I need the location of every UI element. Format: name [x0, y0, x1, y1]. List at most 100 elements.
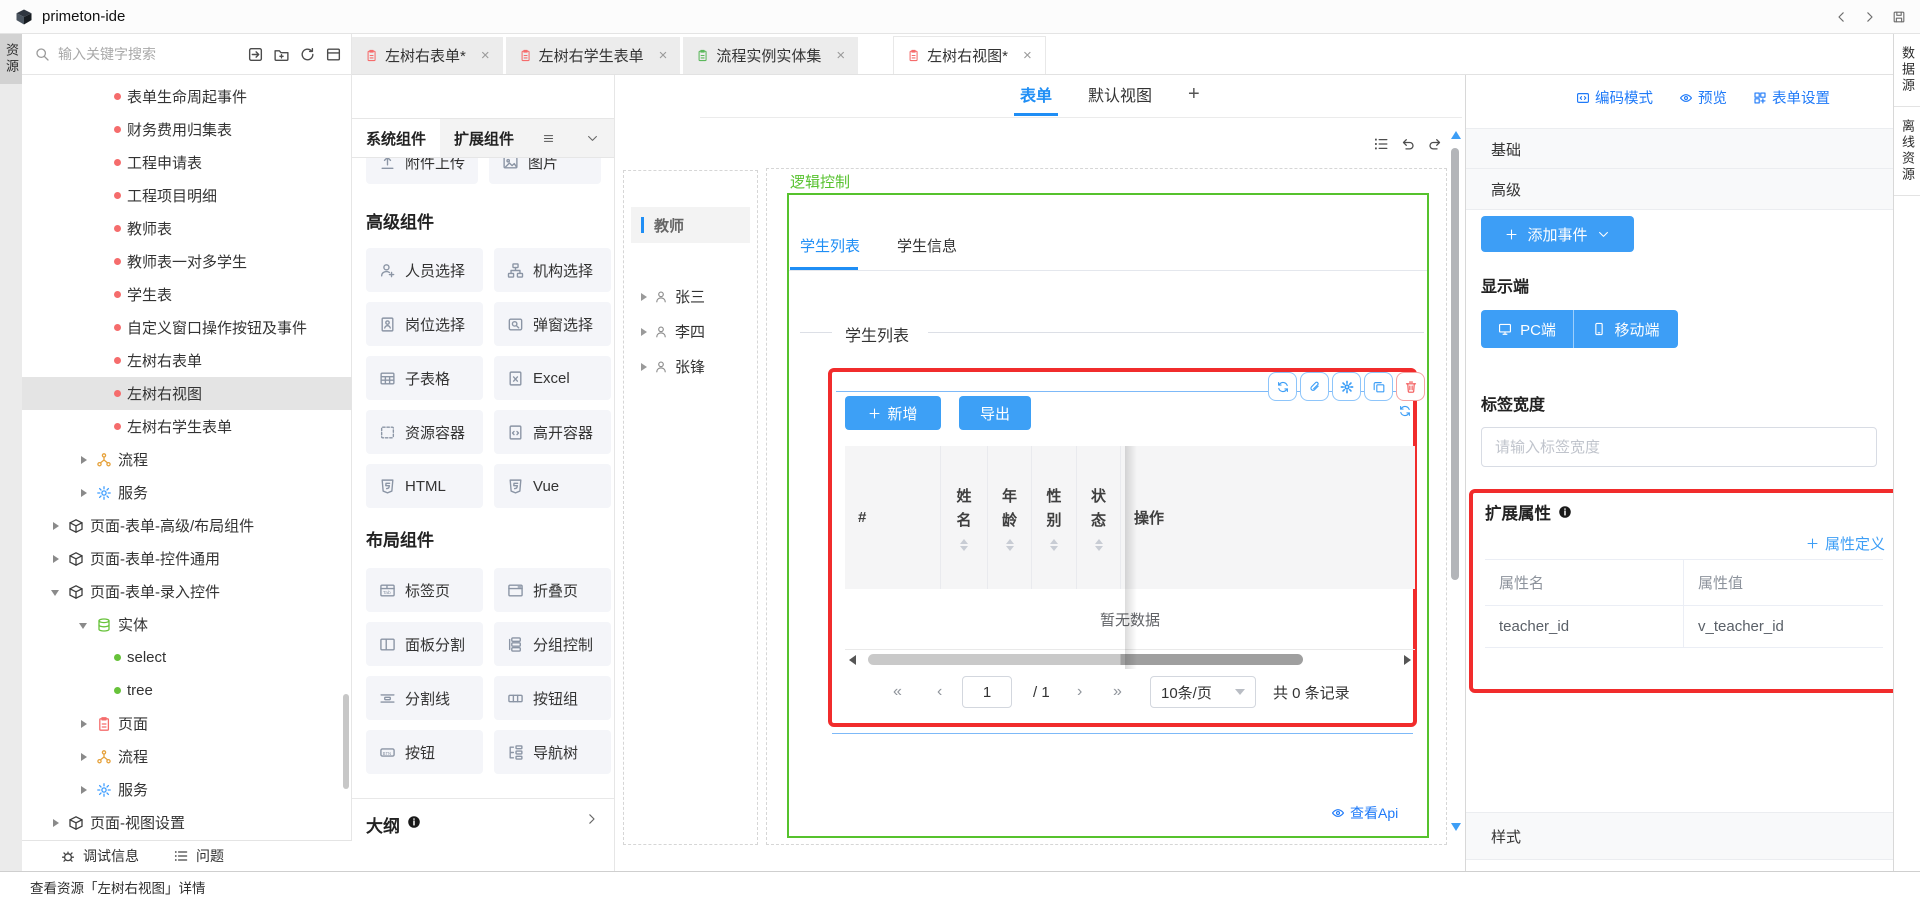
tab-form[interactable]: 表单 [1020, 82, 1052, 112]
document-tab[interactable]: 左树右学生表单 × [506, 37, 681, 74]
export-button[interactable]: 导出 [959, 396, 1031, 430]
expander-icon[interactable] [78, 619, 90, 631]
tree-item[interactable]: 页面-表单-控件通用 [22, 542, 352, 575]
settings-button[interactable] [1332, 372, 1361, 401]
tree-item[interactable]: 自定义窗口操作按钮及事件 [22, 311, 352, 344]
bind-button[interactable] [1300, 372, 1329, 401]
tree-item[interactable]: 页面 [22, 707, 352, 740]
save-layout-icon[interactable] [1892, 10, 1906, 24]
palette-item[interactable]: 高开容器 [494, 410, 611, 454]
column-header[interactable]: # [845, 446, 941, 589]
teacher-node[interactable]: 李四 [624, 314, 759, 349]
tab-default-view[interactable]: 默认视图 [1088, 82, 1152, 112]
undo-icon[interactable] [1400, 136, 1416, 152]
debug-info-button[interactable]: 调试信息 [60, 846, 139, 866]
close-icon[interactable]: × [1023, 47, 1032, 64]
document-tab[interactable]: 流程实例实体集 × [683, 37, 858, 74]
tree-item[interactable]: 流程 [22, 740, 352, 773]
sort-icon[interactable] [1050, 539, 1058, 551]
tab-system-components[interactable]: 系统组件 [352, 119, 440, 157]
outline-section-header[interactable]: 大纲 [352, 798, 615, 871]
tree-item[interactable]: 工程项目明细 [22, 179, 352, 212]
palette-item[interactable]: 分组控制 [494, 622, 611, 666]
expander-icon[interactable] [50, 586, 62, 598]
define-attribute-link[interactable]: 属性定义 [1806, 533, 1885, 554]
sync-button[interactable] [1268, 372, 1297, 401]
teacher-node[interactable]: 张锋 [624, 349, 759, 384]
palette-item[interactable]: 人员选择 [366, 248, 483, 292]
palette-item[interactable]: 资源容器 [366, 410, 483, 454]
search-input[interactable]: 输入关键字搜索 [58, 44, 239, 64]
column-header[interactable]: 年龄 [988, 446, 1032, 589]
add-row-button[interactable]: 新增 [845, 396, 941, 430]
canvas-scrollbar[interactable] [1448, 125, 1463, 845]
tree-item[interactable]: 流程 [22, 443, 352, 476]
expander-icon[interactable] [50, 520, 62, 532]
tree-item[interactable]: 页面-表单-高级/布局组件 [22, 509, 352, 542]
tree-item[interactable]: 实体 [22, 608, 352, 641]
close-icon[interactable]: × [659, 47, 668, 64]
tree-item[interactable]: 服务 [22, 476, 352, 509]
section-basic[interactable]: 基础 [1466, 128, 1920, 170]
palette-item[interactable]: 折叠页 [494, 568, 611, 612]
rail-tab-resources[interactable]: 资源 [0, 34, 22, 84]
first-page-button[interactable]: « [893, 669, 902, 715]
tree-scrollbar-thumb[interactable] [343, 694, 349, 789]
document-tab[interactable]: 左树右视图* × [893, 36, 1046, 74]
expander-icon[interactable] [78, 784, 90, 796]
tree-item[interactable]: 教师表一对多学生 [22, 245, 352, 278]
expander-icon[interactable] [50, 553, 62, 565]
sort-icon[interactable] [960, 539, 968, 551]
tree-item[interactable]: tree [22, 674, 352, 707]
teacher-tree-panel[interactable]: 教师 张三 李四 [623, 170, 758, 845]
add-event-button[interactable]: 添加事件 [1481, 216, 1634, 252]
expander-icon[interactable] [78, 718, 90, 730]
palette-item[interactable]: 导航树 [494, 730, 611, 774]
attributes-table-row[interactable]: teacher_id v_teacher_id [1485, 606, 1883, 648]
palette-item[interactable]: Tab 标签页 [366, 568, 483, 612]
attr-value-cell[interactable]: v_teacher_id [1684, 606, 1883, 647]
sort-icon[interactable] [1006, 539, 1014, 551]
tab-extension-components[interactable]: 扩展组件 [440, 119, 528, 157]
scrollbar-thumb[interactable] [1451, 148, 1459, 580]
column-header[interactable]: 姓名 [941, 446, 988, 589]
palette-item[interactable]: HTML [366, 464, 483, 508]
expander-icon[interactable] [50, 817, 62, 829]
expander-icon[interactable] [78, 751, 90, 763]
form-settings-button[interactable]: 表单设置 [1753, 87, 1830, 108]
document-tab[interactable]: 左树右表单* × [352, 37, 503, 74]
chevron-down-icon[interactable] [586, 132, 599, 145]
rail-tab-offline-resources[interactable]: 离线资源 [1894, 107, 1920, 196]
refresh-grid-icon[interactable] [1398, 404, 1412, 418]
last-page-button[interactable]: » [1113, 669, 1122, 715]
section-advanced[interactable]: 高级 [1466, 168, 1920, 210]
palette-item[interactable]: 分割线 [366, 676, 483, 720]
hscrollbar-thumb[interactable] [868, 654, 1303, 665]
column-header[interactable]: 操作 [1121, 446, 1415, 589]
tree-item[interactable]: 左树右视图 [22, 377, 352, 410]
close-icon[interactable]: × [836, 47, 845, 64]
tree-item[interactable]: 页面-表单-录入控件 [22, 575, 352, 608]
close-icon[interactable]: × [481, 47, 490, 64]
section-style[interactable]: 样式 [1466, 812, 1920, 860]
inner-tab-student-info[interactable]: 学生信息 [897, 235, 957, 256]
expander-icon[interactable] [78, 487, 90, 499]
palette-item[interactable]: 按钮组 [494, 676, 611, 720]
problems-button[interactable]: 问题 [173, 846, 224, 866]
expander-icon[interactable] [641, 328, 647, 336]
redo-icon[interactable] [1427, 136, 1443, 152]
tree-item[interactable]: 服务 [22, 773, 352, 806]
rail-tab-datasource[interactable]: 数据源 [1894, 34, 1920, 107]
label-width-input[interactable] [1481, 427, 1877, 467]
prev-page-button[interactable]: ‹ [937, 669, 942, 715]
scroll-down-icon[interactable] [1451, 823, 1461, 831]
pc-button[interactable]: PC端 [1481, 310, 1574, 348]
next-page-button[interactable]: › [1077, 669, 1082, 715]
teacher-node[interactable]: 张三 [624, 279, 759, 314]
expander-icon[interactable] [641, 293, 647, 301]
copy-button[interactable] [1364, 372, 1393, 401]
tree-item[interactable]: 工程申请表 [22, 146, 352, 179]
scroll-up-icon[interactable] [1451, 131, 1461, 139]
sort-icon[interactable] [1095, 539, 1103, 551]
palette-item[interactable]: 面板分割 [366, 622, 483, 666]
